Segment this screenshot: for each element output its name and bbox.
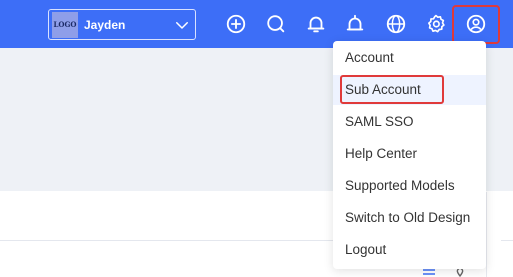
menu-item-account[interactable]: Account (333, 43, 486, 73)
globe-icon[interactable] (384, 12, 408, 36)
menu-item-logout[interactable]: Logout (333, 235, 486, 265)
menu-item-help-center[interactable]: Help Center (333, 139, 486, 169)
add-circle-icon[interactable] (224, 12, 248, 36)
sub-account-highlight (340, 75, 444, 104)
settings-icon[interactable] (424, 12, 448, 36)
chevron-down-icon (176, 21, 188, 29)
profile-button-highlight (452, 5, 500, 44)
workspace-name: Jayden (84, 17, 126, 32)
bell-icon[interactable] (304, 12, 328, 36)
menu-item-supported-models[interactable]: Supported Models (333, 171, 486, 201)
notification-icon[interactable] (343, 12, 367, 36)
menu-item-saml-sso[interactable]: SAML SSO (333, 107, 486, 137)
menu-item-switch-to-old-design[interactable]: Switch to Old Design (333, 203, 486, 233)
search-icon[interactable] (264, 12, 288, 36)
workspace-selector[interactable]: LOGO Jayden (48, 9, 196, 40)
workspace-logo: LOGO (52, 11, 78, 38)
side-card (486, 192, 501, 277)
